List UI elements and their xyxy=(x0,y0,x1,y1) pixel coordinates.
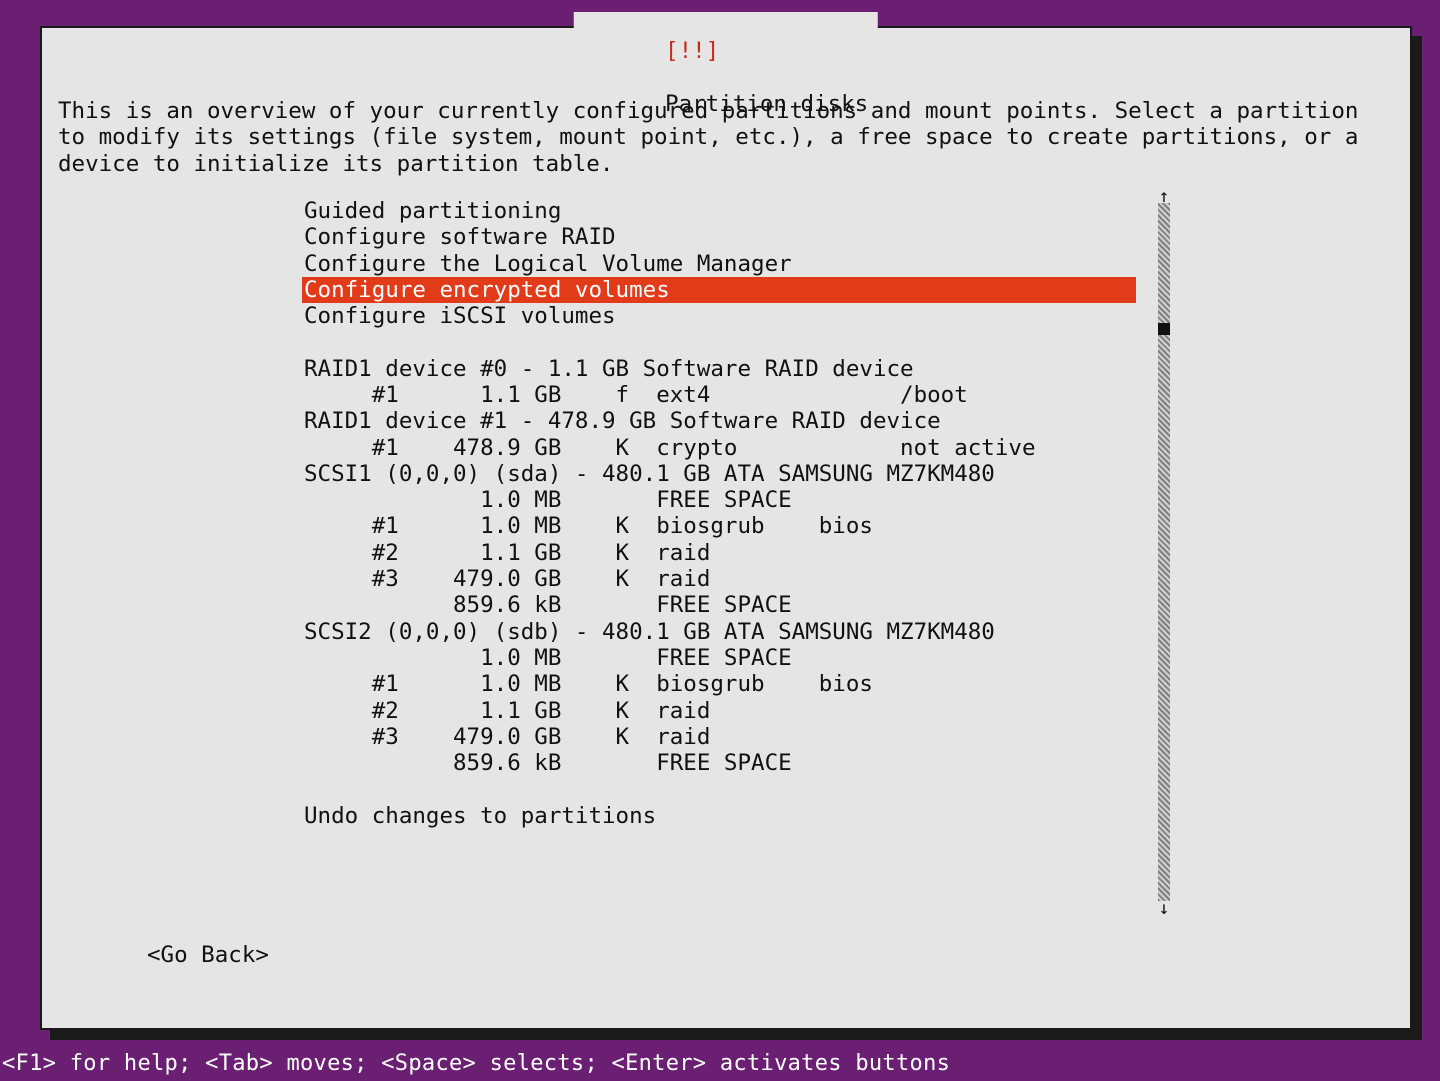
scrollbar-track[interactable] xyxy=(1158,203,1170,901)
installer-screen: [!!] Partition disks This is an overview… xyxy=(0,0,1440,1046)
partition-line-2[interactable]: RAID1 device #1 - 478.9 GB Software RAID… xyxy=(302,408,1136,434)
menu-blank xyxy=(302,330,1172,356)
partition-line-1[interactable]: #1 1.1 GB f ext4 /boot xyxy=(302,382,1136,408)
partition-line-5[interactable]: 1.0 MB FREE SPACE xyxy=(302,487,1136,513)
partition-line-12[interactable]: #1 1.0 MB K biosgrub bios xyxy=(302,671,1136,697)
partition-menu: Guided partitioningConfigure software RA… xyxy=(302,198,1172,829)
partition-line-4[interactable]: SCSI1 (0,0,0) (sda) - 480.1 GB ATA SAMSU… xyxy=(302,461,1136,487)
menu-item-undo-changes-to-partitions[interactable]: Undo changes to partitions xyxy=(302,803,1136,829)
partition-line-11[interactable]: 1.0 MB FREE SPACE xyxy=(302,645,1136,671)
go-back-button[interactable]: <Go Back> xyxy=(147,942,269,968)
scroll-down-arrow[interactable]: ↓ xyxy=(1155,898,1173,919)
partition-line-13[interactable]: #2 1.1 GB K raid xyxy=(302,698,1136,724)
partition-line-6[interactable]: #1 1.0 MB K biosgrub bios xyxy=(302,513,1136,539)
partition-line-10[interactable]: SCSI2 (0,0,0) (sdb) - 480.1 GB ATA SAMSU… xyxy=(302,619,1136,645)
scrollbar-thumb[interactable] xyxy=(1158,323,1170,335)
partition-line-7[interactable]: #2 1.1 GB K raid xyxy=(302,540,1136,566)
partition-line-8[interactable]: #3 479.0 GB K raid xyxy=(302,566,1136,592)
dialog-description: This is an overview of your currently co… xyxy=(58,98,1388,177)
partition-line-9[interactable]: 859.6 kB FREE SPACE xyxy=(302,592,1136,618)
partition-line-0[interactable]: RAID1 device #0 - 1.1 GB Software RAID d… xyxy=(302,356,1136,382)
partition-line-15[interactable]: 859.6 kB FREE SPACE xyxy=(302,750,1136,776)
menu-item-configure-software-raid[interactable]: Configure software RAID xyxy=(302,224,1136,250)
title-text xyxy=(665,65,679,91)
partition-line-14[interactable]: #3 479.0 GB K raid xyxy=(302,724,1136,750)
menu-item-guided-partitioning[interactable]: Guided partitioning xyxy=(302,198,1136,224)
key-help-footer: <F1> for help; <Tab> moves; <Space> sele… xyxy=(0,1046,1440,1081)
menu-item-configure-encrypted-volumes[interactable]: Configure encrypted volumes xyxy=(302,277,1136,303)
menu-item-configure-iscsi-volumes[interactable]: Configure iSCSI volumes xyxy=(302,303,1136,329)
menu-blank xyxy=(302,777,1172,803)
partition-line-3[interactable]: #1 478.9 GB K crypto not active xyxy=(302,435,1136,461)
title-bang: [!!] xyxy=(665,38,719,64)
dialog-panel: [!!] Partition disks This is an overview… xyxy=(40,26,1412,1030)
menu-item-configure-the-logical-volume-manager[interactable]: Configure the Logical Volume Manager xyxy=(302,251,1136,277)
